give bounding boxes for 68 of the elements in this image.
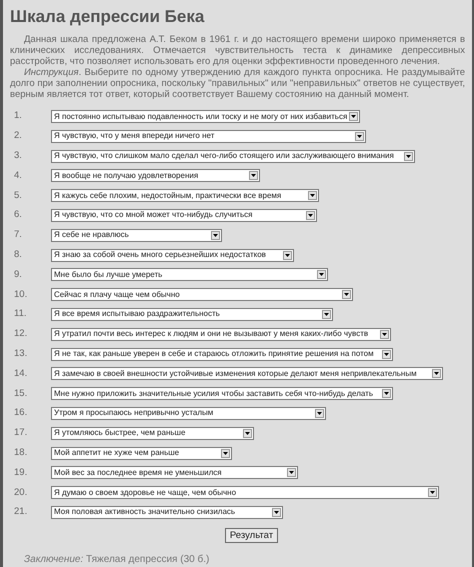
answer-select[interactable]: Мне было бы лучше умереть	[51, 268, 328, 282]
dropdown-arrow-icon	[317, 270, 326, 280]
answer-select[interactable]: Я постоянно испытываю подавленность или тоску и не могу от них избавиться	[51, 110, 360, 123]
dropdown-arrow-icon	[342, 290, 351, 300]
answer-select[interactable]: Сейчас я плачу чаще чем обычно	[51, 288, 353, 302]
dropdown-arrow-icon	[382, 389, 391, 398]
dropdown-arrow-icon	[432, 369, 441, 378]
question-number: 10.	[13, 288, 28, 302]
answer-select[interactable]: Я не так, как раньше уверен в себе и стараюсь отложить принятие решения на потом	[51, 348, 393, 361]
answer-select[interactable]: Я все время испытываю раздражительность	[51, 308, 333, 321]
answer-select[interactable]: Мой вес за последнее время не уменьшился	[51, 466, 298, 480]
question-number: 9.	[13, 268, 23, 282]
conclusion-text: Заключение: Тяжелая депрессия (30 б.)	[23, 552, 210, 567]
question-number: 16.	[13, 406, 28, 420]
question-number: 7.	[13, 228, 23, 242]
dropdown-arrow-icon	[308, 191, 317, 200]
dropdown-arrow-icon	[322, 310, 331, 319]
answer-select[interactable]: Я вообще не получаю удовлетворения	[51, 169, 260, 182]
dropdown-arrow-icon	[221, 448, 230, 458]
answer-select[interactable]: Мне нужно приложить значительные усилия чтобы заставить себя что-нибудь делать	[51, 387, 393, 400]
dropdown-arrow-icon	[428, 488, 437, 498]
dropdown-arrow-icon	[272, 508, 281, 517]
answer-select[interactable]: Я чувствую, что со мной может что-нибудь случиться	[51, 208, 317, 222]
question-number: 20.	[13, 486, 28, 500]
answer-select[interactable]: Я утомляюсь быстрее, чем раньше	[51, 426, 254, 440]
dropdown-arrow-icon	[211, 230, 220, 240]
question-number: 11.	[13, 307, 28, 322]
dropdown-arrow-icon	[404, 152, 413, 161]
dropdown-arrow-icon	[283, 250, 292, 260]
question-number: 1.	[13, 109, 23, 124]
question-number: 14.	[13, 366, 28, 381]
dropdown-arrow-icon	[306, 210, 315, 220]
question-number: 3.	[13, 148, 23, 163]
dropdown-arrow-icon	[243, 428, 252, 438]
dropdown-arrow-icon	[380, 330, 389, 339]
answer-select[interactable]: Я чувствую, что слишком мало сделал чего-либо стоящего или заслуживающего внимания	[51, 150, 415, 163]
question-number: 2.	[13, 129, 23, 144]
dropdown-arrow-icon	[287, 468, 296, 478]
answer-select[interactable]: Я кажусь себе плохим, недостойным, практически все время	[51, 189, 319, 202]
answer-select[interactable]: Я себе не нравлюсь	[51, 228, 222, 242]
answer-select[interactable]: Я утратил почти весь интерес к людям и они не вызывают у меня каких-либо чувств	[51, 328, 391, 341]
question-number: 17.	[13, 426, 28, 440]
answer-select[interactable]: Я знаю за собой очень много серьезнейших недостатков	[51, 248, 294, 262]
question-number: 4.	[13, 168, 23, 183]
dropdown-arrow-icon	[382, 350, 391, 359]
question-number: 8.	[13, 248, 23, 262]
question-number: 21.	[13, 505, 28, 520]
answer-select[interactable]: Я замечаю в своей внешности устойчивые изменения которые делают меня непривлекательным	[51, 367, 443, 380]
answer-select[interactable]: Я думаю о своем здоровье не чаще, чем обычно	[51, 486, 439, 500]
question-number: 18.	[13, 446, 28, 460]
answer-select[interactable]: Мой аппетит не хуже чем раньше	[51, 446, 232, 460]
question-number: 19.	[13, 466, 28, 480]
dropdown-arrow-icon	[315, 408, 324, 418]
intro-paragraph: Данная шкала предложена А.Т. Беком в 1961 г. и до настоящего времени широко применяется в клинических исследованиях. Отмечается чувствительность теста к динамике депрессивных расстройств, что позволяет использовать его для оценки эффективности проведенного лечения.	[10, 34, 465, 67]
question-number: 5.	[13, 188, 23, 203]
dropdown-arrow-icon	[355, 132, 364, 141]
answer-select[interactable]: Моя половая активность значительно снизилась	[51, 506, 283, 519]
question-number: 13.	[13, 346, 28, 361]
question-number: 6.	[13, 208, 23, 222]
result-button[interactable]: Результат	[224, 528, 278, 543]
page-title: Шкала депрессии Бека	[10, 6, 206, 28]
question-number: 12.	[13, 327, 28, 342]
intro-paragraph: Инструкция. Выберите по одному утверждению для каждого пункта опросника. Не раздумывайте долго при заполнении опросника, поскольку "правильных" или "неправильных" ответов не существует, верным является тот ответ, который соответствует Вашему состоянию на данный момент.	[10, 67, 465, 100]
answer-select[interactable]: Утром я просыпаюсь непривычно усталым	[51, 406, 326, 420]
dropdown-arrow-icon	[349, 112, 358, 121]
dropdown-arrow-icon	[249, 171, 258, 180]
answer-select[interactable]: Я чувствую, что у меня впереди ничего нет	[51, 130, 366, 143]
question-number: 15.	[13, 386, 28, 401]
